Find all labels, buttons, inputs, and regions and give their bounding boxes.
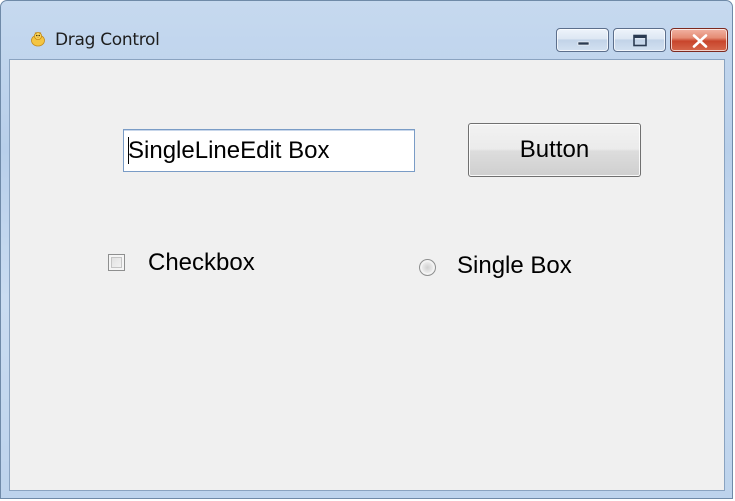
window-title: Drag Control xyxy=(55,30,160,50)
radio-circle[interactable] xyxy=(419,259,436,276)
app-chick-icon xyxy=(30,31,46,47)
checkbox-square[interactable] xyxy=(108,254,125,271)
minimize-button[interactable] xyxy=(556,28,609,52)
single-line-edit-box[interactable] xyxy=(123,129,415,172)
checkbox-label[interactable]: Checkbox xyxy=(148,249,255,277)
radio-label[interactable]: Single Box xyxy=(457,252,572,280)
app-window: Drag Control Button xyxy=(0,0,733,499)
close-icon xyxy=(692,34,708,48)
maximize-icon xyxy=(633,34,647,47)
title-bar[interactable]: Drag Control xyxy=(1,1,732,59)
close-button[interactable] xyxy=(670,28,728,52)
text-caret xyxy=(128,137,129,164)
caption-buttons xyxy=(556,28,728,55)
maximize-button[interactable] xyxy=(613,28,666,52)
minimize-icon xyxy=(577,41,590,46)
push-button[interactable]: Button xyxy=(468,123,641,177)
client-area: Button Checkbox Single Box xyxy=(9,59,725,491)
